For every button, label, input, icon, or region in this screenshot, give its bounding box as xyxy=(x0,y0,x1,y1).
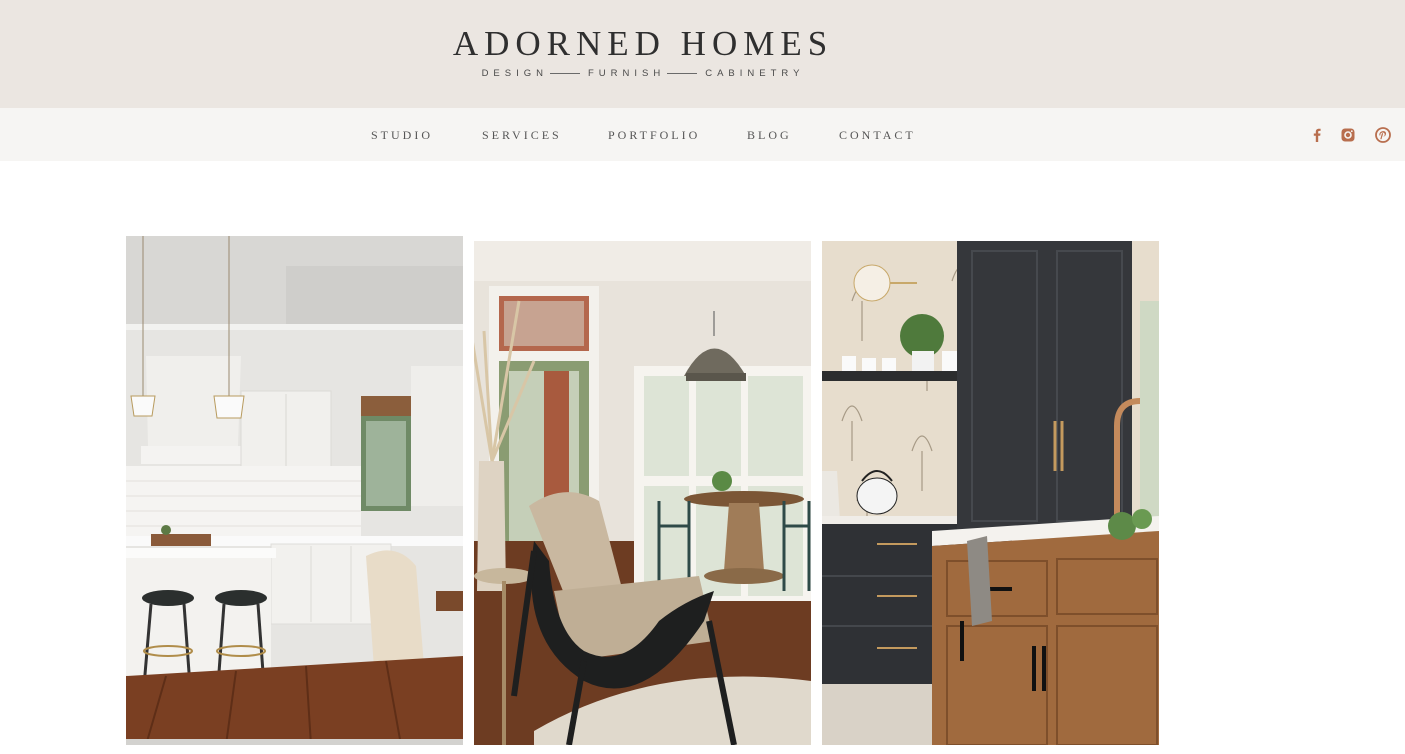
gallery-image-lounge-chair[interactable] xyxy=(474,241,811,745)
gallery-image-kitchen[interactable] xyxy=(126,236,463,745)
nav-studio[interactable]: STUDIO xyxy=(371,128,433,143)
main-nav: STUDIO SERVICES PORTFOLIO BLOG CONTACT xyxy=(0,108,1405,161)
brand-name: ADORNED HOMES xyxy=(452,24,834,63)
tagline-divider xyxy=(667,73,698,74)
nav-portfolio[interactable]: PORTFOLIO xyxy=(608,128,700,143)
tagline-design: DESIGN xyxy=(481,68,548,79)
tagline-divider xyxy=(550,73,580,74)
brand-tagline: DESIGN FURNISH CABINETRY xyxy=(422,68,864,79)
nav-blog[interactable]: BLOG xyxy=(747,128,792,143)
brand-logo[interactable]: ADORNED HOMES DESIGN FURNISH CABINETRY xyxy=(422,24,864,80)
gallery-image-cabinetry[interactable] xyxy=(822,241,1159,745)
facebook-icon[interactable] xyxy=(1309,127,1325,143)
nav-contact[interactable]: CONTACT xyxy=(839,128,916,143)
nav-services[interactable]: SERVICES xyxy=(482,128,562,143)
tagline-furnish: FURNISH xyxy=(588,68,666,79)
instagram-icon[interactable] xyxy=(1340,127,1356,143)
tagline-cabinetry: CABINETRY xyxy=(705,68,805,79)
pinterest-icon[interactable] xyxy=(1375,127,1391,143)
site-header: ADORNED HOMES DESIGN FURNISH CABINETRY xyxy=(0,0,1405,108)
